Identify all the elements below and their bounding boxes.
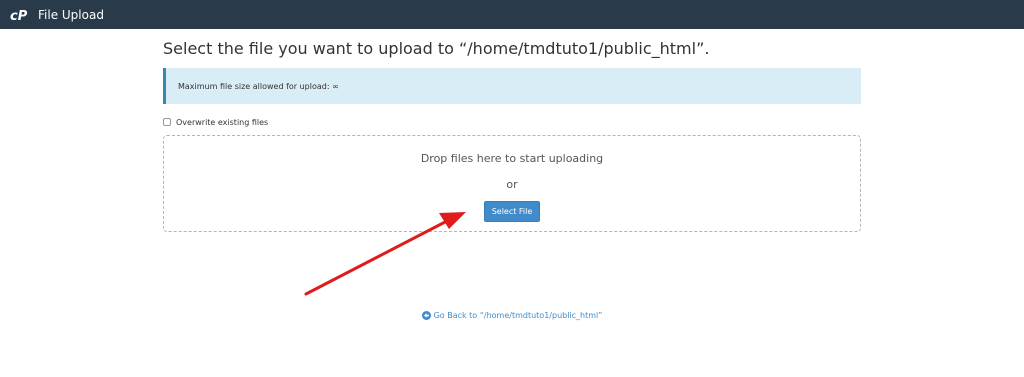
circle-arrow-left-icon [421,311,431,320]
overwrite-option[interactable]: Overwrite existing files [163,116,268,128]
overwrite-checkbox[interactable] [163,118,171,126]
alert-text: Maximum file size allowed for upload: ∞ [178,81,339,91]
app-title: File Upload [38,7,104,22]
drop-zone-text: Drop files here to start uploading [420,152,604,165]
cpanel-logo-icon: cP [10,8,32,22]
select-file-button[interactable]: Select File [484,201,540,222]
overwrite-label[interactable]: Overwrite existing files [176,118,268,127]
top-bar: cP File Upload [0,0,1024,29]
or-separator: or [506,178,518,191]
go-back-container: Go Back to “/home/tmdtuto1/public_html” [0,311,1024,320]
file-size-alert: Maximum file size allowed for upload: ∞ [163,68,861,104]
drop-zone[interactable]: Drop files here to start uploading or Se… [163,135,861,232]
page-title: Select the file you want to upload to “/… [163,39,710,58]
go-back-link[interactable]: Go Back to “/home/tmdtuto1/public_html” [421,311,603,320]
svg-text:cP: cP [10,9,28,22]
go-back-text[interactable]: Go Back to “/home/tmdtuto1/public_html” [434,311,603,320]
